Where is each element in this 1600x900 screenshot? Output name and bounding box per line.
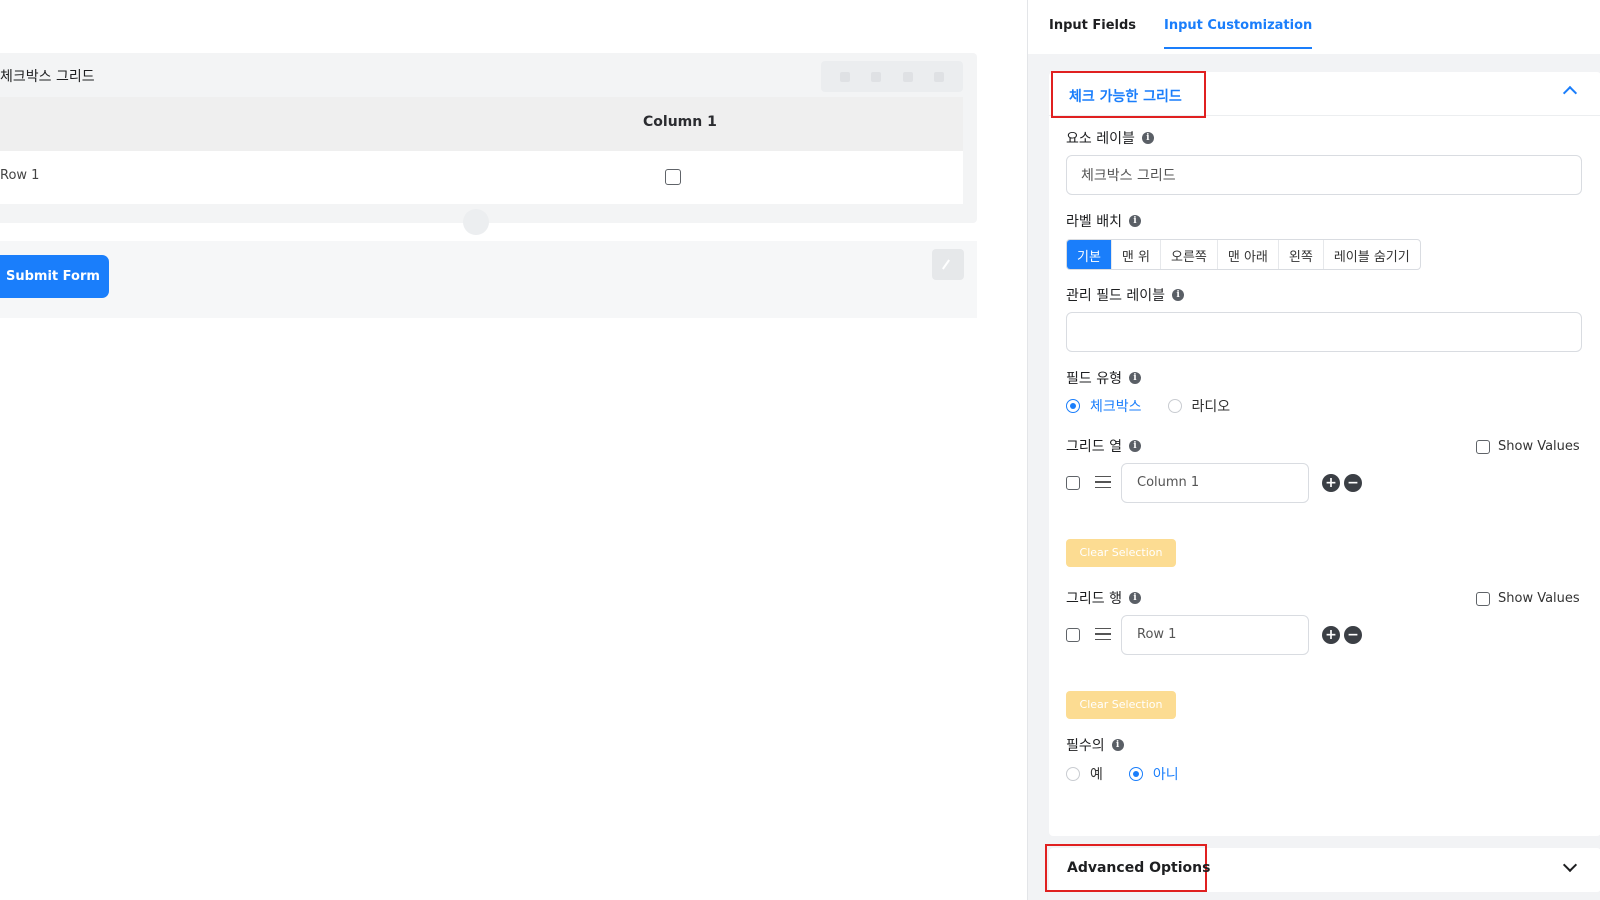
drag-handle-icon[interactable]	[1095, 628, 1111, 640]
required-text: 필수의	[1066, 738, 1105, 754]
plus-icon[interactable]: +	[1322, 626, 1340, 644]
radio-checkbox[interactable]	[1066, 399, 1080, 413]
customization-section: 체크 가능한 그리드 요소 레이블 i 체크박스 그리드 라벨 배치 i 기본 …	[1049, 71, 1600, 836]
clear-selection-rows-button[interactable]: Clear Selection	[1066, 691, 1176, 719]
show-values-columns[interactable]: Show Values	[1476, 439, 1580, 454]
show-values-checkbox[interactable]	[1476, 439, 1490, 454]
option-checkbox[interactable]	[1066, 476, 1080, 490]
info-icon[interactable]: i	[1172, 289, 1185, 301]
radio-radio[interactable]	[1167, 399, 1182, 413]
label-placement-options: 기본 맨 위 오른쪽 맨 아래 왼쪽 레이블 숨기기	[1066, 239, 1421, 270]
admin-label-input[interactable]	[1066, 312, 1582, 352]
copy-icon[interactable]	[902, 71, 913, 82]
edit-icon[interactable]	[932, 249, 964, 280]
required-heading: 필수의 i	[1066, 735, 1124, 755]
grid-columns-text: 그리드 열	[1066, 439, 1122, 455]
tab-bar: Input Fields Input Customization	[1028, 0, 1600, 54]
clear-selection-columns-button[interactable]: Clear Selection	[1066, 539, 1176, 567]
show-values-checkbox[interactable]	[1476, 591, 1490, 606]
element-label-heading: 요소 레이블 i	[1066, 128, 1154, 148]
grid-column-header: Column 1	[643, 114, 717, 130]
info-icon[interactable]: i	[1141, 132, 1154, 144]
element-label-input[interactable]: 체크박스 그리드	[1066, 155, 1582, 195]
show-values-label: Show Values	[1498, 591, 1580, 606]
chevron-up-icon[interactable]	[1562, 85, 1578, 101]
label-placement-heading: 라벨 배치 i	[1066, 211, 1141, 231]
radio-checkbox-label[interactable]: 체크박스	[1090, 396, 1142, 416]
minus-icon[interactable]: −	[1344, 474, 1362, 492]
section-header[interactable]: 체크 가능한 그리드	[1049, 71, 1600, 118]
placement-top[interactable]: 맨 위	[1112, 240, 1161, 269]
section-title[interactable]: 체크 가능한 그리드	[1051, 71, 1206, 118]
show-values-rows[interactable]: Show Values	[1476, 591, 1580, 606]
info-icon[interactable]: i	[1128, 592, 1141, 604]
placement-default[interactable]: 기본	[1067, 240, 1112, 269]
submit-container: Submit Form	[0, 241, 977, 318]
add-field-button[interactable]	[463, 209, 489, 235]
field-type-text: 필드 유형	[1066, 371, 1122, 387]
grid-rows-heading: 그리드 행 i	[1066, 588, 1141, 608]
info-icon[interactable]: i	[1111, 739, 1124, 751]
placement-hidden[interactable]: 레이블 숨기기	[1324, 240, 1420, 269]
required-options: 예 아니	[1066, 764, 1205, 784]
edit-icon[interactable]	[871, 71, 882, 82]
field-toolbar	[821, 61, 963, 92]
label-placement-text: 라벨 배치	[1066, 214, 1122, 230]
form-canvas: 체크박스 그리드 Column 1 Row 1 Submit Form	[0, 0, 1027, 900]
submit-button[interactable]: Submit Form	[0, 255, 109, 298]
admin-label-heading: 관리 필드 레이블 i	[1066, 285, 1185, 305]
tab-input-customization[interactable]: Input Customization	[1164, 18, 1313, 49]
minus-icon[interactable]: −	[1344, 626, 1362, 644]
move-icon[interactable]	[839, 71, 850, 82]
column-option-input[interactable]: Column 1	[1121, 463, 1309, 503]
option-checkbox[interactable]	[1066, 628, 1080, 642]
delete-icon[interactable]	[934, 71, 945, 82]
settings-panel: Input Fields Input Customization 체크 가능한 …	[1027, 0, 1600, 900]
info-icon[interactable]: i	[1128, 440, 1141, 452]
grid-row: Row 1	[0, 151, 963, 204]
radio-yes[interactable]	[1066, 767, 1080, 781]
grid-rows-text: 그리드 행	[1066, 591, 1122, 607]
grid-columns-heading: 그리드 열 i	[1066, 436, 1141, 456]
drag-handle-icon[interactable]	[1095, 476, 1111, 488]
field-title: 체크박스 그리드	[0, 69, 95, 85]
radio-no[interactable]	[1128, 767, 1143, 781]
placement-right[interactable]: 오른쪽	[1161, 240, 1218, 269]
advanced-options-title[interactable]: Advanced Options	[1045, 844, 1210, 892]
grid-row-label: Row 1	[0, 168, 40, 183]
placement-bottom[interactable]: 맨 아래	[1218, 240, 1279, 269]
radio-yes-label[interactable]: 예	[1090, 764, 1103, 784]
radio-no-label[interactable]: 아니	[1153, 764, 1179, 784]
grid-checkbox[interactable]	[665, 169, 681, 185]
row-option-input[interactable]: Row 1	[1121, 615, 1309, 655]
show-values-label: Show Values	[1498, 439, 1580, 454]
grid-header: Column 1	[0, 97, 963, 151]
advanced-options-section[interactable]: Advanced Options	[1045, 844, 1600, 892]
chevron-down-icon[interactable]	[1562, 857, 1578, 873]
plus-icon[interactable]: +	[1322, 474, 1340, 492]
element-label-text: 요소 레이블	[1066, 131, 1135, 147]
admin-label-text: 관리 필드 레이블	[1066, 288, 1166, 304]
placement-left[interactable]: 왼쪽	[1279, 240, 1324, 269]
tab-input-fields[interactable]: Input Fields	[1049, 18, 1136, 47]
checkbox-grid-field[interactable]: 체크박스 그리드 Column 1 Row 1	[0, 53, 977, 223]
info-icon[interactable]: i	[1128, 372, 1141, 384]
field-type-options: 체크박스 라디오	[1066, 396, 1256, 416]
info-icon[interactable]: i	[1128, 215, 1141, 227]
field-type-heading: 필드 유형 i	[1066, 368, 1141, 388]
radio-radio-label[interactable]: 라디오	[1192, 396, 1231, 416]
